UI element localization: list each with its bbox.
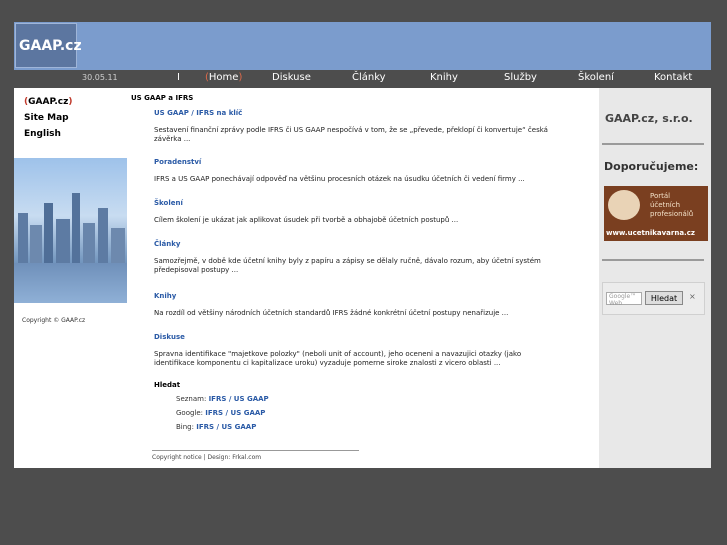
section-diskuse: Diskuse Spravna identifikace "majetkove … bbox=[154, 333, 559, 368]
page-header: GAAP.cz bbox=[14, 22, 711, 70]
site-logo[interactable]: GAAP.cz bbox=[15, 23, 82, 68]
section-title[interactable]: Školení bbox=[154, 199, 559, 207]
search-title: Hledat bbox=[154, 381, 181, 389]
nav-item-skoleni[interactable]: Školení bbox=[578, 72, 614, 83]
search-label: Google: bbox=[176, 409, 204, 417]
company-name: GAAP.cz, s.r.o. bbox=[605, 112, 693, 125]
left-copyright: Copyright © GAAP.cz bbox=[22, 317, 86, 324]
search-row-bing: Bing: IFRS / US GAAP bbox=[176, 423, 256, 431]
nav-item-diskuse[interactable]: Diskuse bbox=[272, 72, 311, 83]
coffee-cup-icon bbox=[608, 190, 640, 220]
section-title[interactable]: Diskuse bbox=[154, 333, 559, 341]
search-row-google: Google: IFRS / US GAAP bbox=[176, 409, 265, 417]
search-link[interactable]: IFRS / US GAAP bbox=[209, 395, 269, 403]
banner-text: Portál účetních profesionálů bbox=[650, 192, 693, 219]
content-area: (GAAP.cz) Site Map English Copyright © G… bbox=[14, 88, 711, 468]
section-title[interactable]: Poradenství bbox=[154, 158, 559, 166]
section-title[interactable]: Knihy bbox=[154, 292, 559, 300]
top-nav: 30.05.11 I (Home) Diskuse Články Knihy S… bbox=[14, 70, 711, 88]
recommend-heading: Doporučujeme: bbox=[604, 160, 699, 173]
site-logo-text: GAAP.cz bbox=[19, 38, 82, 54]
nav-home-label: Home bbox=[208, 72, 239, 83]
section-us-gaap-ifrs: US GAAP / IFRS na klíč Sestavení finančn… bbox=[154, 109, 559, 144]
main-column: US GAAP a IFRS US GAAP / IFRS na klíč Se… bbox=[131, 94, 601, 461]
footer-copyright: Copyright notice | Design: Frkal.com bbox=[152, 454, 262, 461]
left-gaap-label: GAAP.cz bbox=[28, 97, 69, 107]
left-sidebar: (GAAP.cz) Site Map English Copyright © G… bbox=[14, 88, 127, 468]
nav-item-clanky[interactable]: Články bbox=[352, 72, 386, 83]
section-title[interactable]: Články bbox=[154, 240, 559, 248]
city-skyline-image bbox=[14, 158, 127, 303]
left-link-gaap[interactable]: (GAAP.cz) bbox=[24, 94, 73, 110]
footer-divider bbox=[152, 450, 359, 451]
section-title[interactable]: US GAAP / IFRS na klíč bbox=[154, 109, 559, 117]
nav-item-kontakt[interactable]: Kontakt bbox=[654, 72, 692, 83]
nav-item-knihy[interactable]: Knihy bbox=[430, 72, 458, 83]
search-row-seznam: Seznam: IFRS / US GAAP bbox=[176, 395, 269, 403]
search-label: Bing: bbox=[176, 423, 194, 431]
banner-line: Portál bbox=[650, 192, 671, 200]
left-links: (GAAP.cz) Site Map English bbox=[24, 94, 73, 142]
search-links: Hledat Seznam: IFRS / US GAAP Google: IF… bbox=[154, 381, 269, 431]
google-search-box: Google™ Web Hledat × bbox=[602, 282, 705, 315]
banner-url: www.ucetnikavarna.cz bbox=[606, 229, 695, 237]
section-text: Sestavení finanční zprávy podle IFRS či … bbox=[154, 126, 548, 143]
nav-item-sluzby[interactable]: Služby bbox=[504, 72, 537, 83]
divider bbox=[602, 259, 704, 261]
current-date: 30.05.11 bbox=[82, 73, 118, 82]
divider bbox=[602, 143, 704, 145]
section-text: Samozřejmě, v době kde účetní knihy byly… bbox=[154, 257, 541, 274]
banner-line: profesionálů bbox=[650, 210, 694, 218]
nav-home-close-bracket: ) bbox=[238, 72, 243, 83]
section-text: IFRS a US GAAP ponechávají odpověď na vě… bbox=[154, 175, 525, 183]
section-skoleni: Školení Cílem školení je ukázat jak apli… bbox=[154, 199, 559, 225]
close-icon[interactable]: × bbox=[689, 292, 696, 301]
section-knihy: Knihy Na rozdíl od většiny národních úče… bbox=[154, 292, 559, 318]
ucetnikavarna-banner[interactable]: Portál účetních profesionálů www.ucetnik… bbox=[604, 186, 708, 241]
water-reflection bbox=[14, 263, 127, 303]
section-text: Cílem školení je ukázat jak aplikovat ús… bbox=[154, 216, 459, 224]
search-button[interactable]: Hledat bbox=[645, 291, 683, 305]
banner-line: účetních bbox=[650, 201, 681, 209]
left-link-sitemap[interactable]: Site Map bbox=[24, 110, 73, 126]
section-text: Spravna identifikace "majetkove polozky"… bbox=[154, 350, 522, 367]
right-sidebar: GAAP.cz, s.r.o. Doporučujeme: Portál úče… bbox=[599, 88, 711, 468]
search-link[interactable]: IFRS / US GAAP bbox=[196, 423, 256, 431]
nav-item-home[interactable]: (Home) bbox=[205, 72, 242, 83]
left-gaap-close: ) bbox=[68, 97, 73, 107]
search-label: Seznam: bbox=[176, 395, 207, 403]
left-link-english[interactable]: English bbox=[24, 126, 73, 142]
search-input[interactable]: Google™ Web bbox=[606, 292, 642, 307]
section-clanky: Články Samozřejmě, v době kde účetní kni… bbox=[154, 240, 559, 275]
page-title: US GAAP a IFRS bbox=[131, 94, 194, 102]
section-text: Na rozdíl od většiny národních účetních … bbox=[154, 309, 509, 317]
nav-separator: I bbox=[177, 72, 180, 83]
section-poradenstvi: Poradenství IFRS a US GAAP ponechávají o… bbox=[154, 158, 559, 184]
search-link[interactable]: IFRS / US GAAP bbox=[205, 409, 265, 417]
